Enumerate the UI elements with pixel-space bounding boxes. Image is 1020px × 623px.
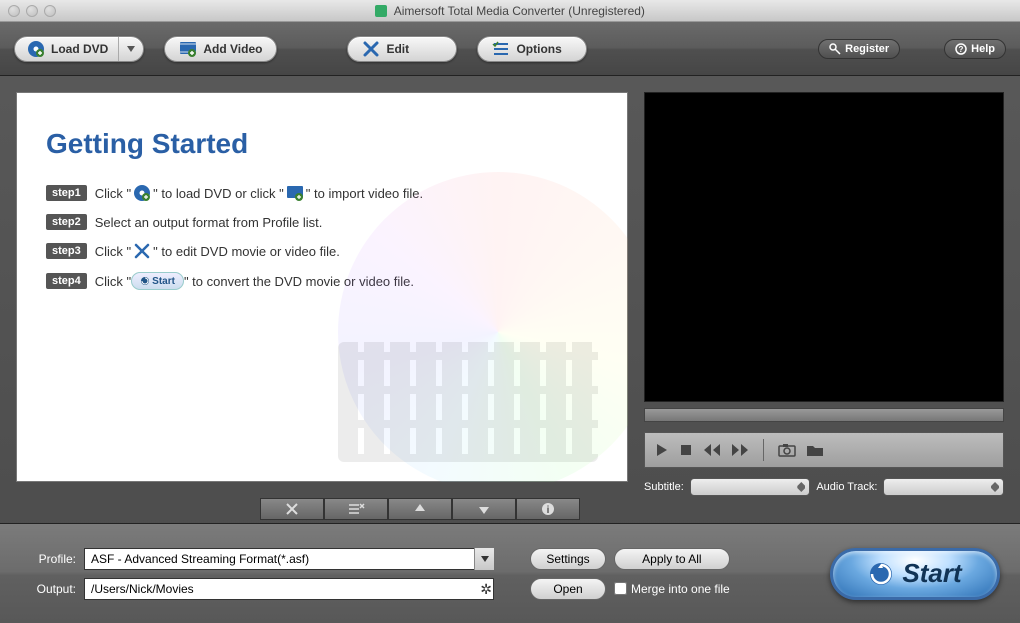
profile-combo[interactable] — [84, 548, 494, 570]
start-spin-icon — [868, 561, 894, 587]
timeline-scrubber[interactable] — [644, 408, 1004, 422]
clear-all-button[interactable] — [324, 498, 388, 520]
dvd-plus-icon — [133, 184, 151, 202]
preview-area — [644, 92, 1004, 402]
snapshot-icon[interactable] — [778, 443, 796, 457]
svg-text:?: ? — [959, 45, 964, 54]
main-toolbar: Load DVD Add Video Edit Options Register… — [0, 22, 1020, 76]
info-button[interactable]: i — [516, 498, 580, 520]
gear-icon[interactable]: ✲ — [480, 581, 492, 598]
tools-icon — [133, 242, 151, 260]
options-button[interactable]: Options — [477, 36, 587, 62]
rewind-icon[interactable] — [703, 443, 721, 457]
tools-icon — [362, 40, 380, 58]
play-icon[interactable] — [655, 443, 669, 457]
open-button[interactable]: Open — [530, 578, 606, 600]
folder-icon[interactable] — [806, 443, 824, 457]
list-check-icon — [492, 40, 510, 58]
profile-dropdown-arrow[interactable] — [474, 548, 494, 570]
app-icon — [375, 5, 387, 17]
start-pill-demo: Start — [131, 272, 184, 290]
profile-input[interactable] — [84, 548, 494, 570]
key-icon — [829, 43, 841, 55]
subtitle-dropdown[interactable] — [690, 478, 811, 496]
output-input[interactable] — [84, 578, 494, 600]
video-plus-icon — [179, 40, 197, 58]
video-plus-icon — [286, 184, 304, 202]
remove-item-button[interactable] — [260, 498, 324, 520]
stop-icon[interactable] — [679, 443, 693, 457]
edit-button[interactable]: Edit — [347, 36, 457, 62]
move-up-button[interactable] — [388, 498, 452, 520]
audio-track-dropdown[interactable] — [883, 478, 1004, 496]
profile-label: Profile: — [16, 552, 76, 566]
start-button[interactable]: Start — [830, 548, 1000, 600]
bottom-panel: Profile: Settings Apply to All Output: ✲… — [0, 523, 1020, 623]
content-panel: Getting Started step1 Click " " to load … — [16, 92, 628, 482]
dvd-plus-icon — [27, 40, 45, 58]
forward-icon[interactable] — [731, 443, 749, 457]
apply-to-all-button[interactable]: Apply to All — [614, 548, 730, 570]
subtitle-label: Subtitle: — [644, 481, 684, 493]
getting-started-title: Getting Started — [46, 128, 598, 160]
svg-text:i: i — [547, 505, 550, 516]
help-button[interactable]: ? Help — [944, 39, 1006, 59]
help-icon: ? — [955, 43, 967, 55]
move-down-button[interactable] — [452, 498, 516, 520]
titlebar: Aimersoft Total Media Converter (Unregis… — [0, 0, 1020, 22]
load-dvd-dropdown[interactable] — [118, 37, 143, 61]
merge-checkbox[interactable]: Merge into one file — [614, 582, 730, 596]
add-video-button[interactable]: Add Video — [164, 36, 277, 62]
register-button[interactable]: Register — [818, 39, 900, 59]
playback-controls — [644, 432, 1004, 468]
output-field[interactable]: ✲ — [84, 578, 494, 600]
load-dvd-button[interactable]: Load DVD — [14, 36, 144, 62]
window-title: Aimersoft Total Media Converter (Unregis… — [0, 4, 1020, 18]
settings-button[interactable]: Settings — [530, 548, 606, 570]
merge-checkbox-input[interactable] — [614, 582, 627, 595]
audio-track-label: Audio Track: — [816, 481, 877, 493]
output-label: Output: — [16, 582, 76, 596]
film-watermark — [338, 342, 598, 462]
